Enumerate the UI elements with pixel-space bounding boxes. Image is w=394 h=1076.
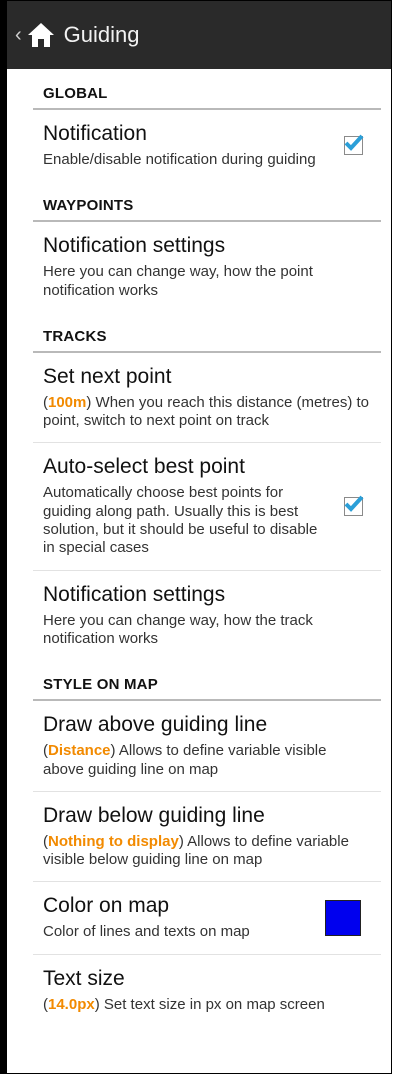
pref-summary: (100m) When you reach this distance (met… <box>43 394 371 431</box>
pref-auto-select-best-point[interactable]: Auto-select best point Automatically cho… <box>33 443 381 571</box>
checkmark-icon <box>344 495 364 512</box>
pref-summary: (Nothing to display) Allows to define va… <box>43 833 371 870</box>
pref-title: Notification settings <box>43 582 226 606</box>
pref-summary-text: When you reach this distance (metres) to… <box>43 393 369 430</box>
pref-title: Draw above guiding line <box>43 713 268 737</box>
pref-value: Nothing to display <box>48 832 179 850</box>
pref-summary-text: Set text size in px on map screen <box>99 995 325 1013</box>
pref-title: Text size <box>43 966 125 990</box>
notification-checkbox[interactable] <box>344 134 364 156</box>
pref-title: Auto-select best point <box>43 455 245 479</box>
pref-color-on-map[interactable]: Color on map Color of lines and texts on… <box>33 882 381 955</box>
home-icon[interactable] <box>26 20 56 50</box>
pref-summary: Enable/disable notification during guidi… <box>43 151 316 168</box>
color-swatch[interactable] <box>325 900 361 937</box>
pref-summary: (14.0px) Set text size in px on map scre… <box>43 996 371 1014</box>
auto-select-checkbox[interactable] <box>344 495 364 517</box>
pref-title: Notification <box>43 122 147 145</box>
section-header-global: GLOBAL <box>33 69 381 110</box>
pref-draw-below-guiding-line[interactable]: Draw below guiding line (Nothing to disp… <box>33 792 381 883</box>
pref-summary: (Distance) Allows to define variable vis… <box>43 742 371 779</box>
pref-title: Color on map <box>43 894 170 918</box>
preferences-list: GLOBAL Notification Enable/disable notif… <box>7 69 391 1026</box>
section-header-tracks: TRACKS <box>33 312 381 353</box>
pref-notification[interactable]: Notification Enable/disable notification… <box>33 110 381 181</box>
screen: ‹ Guiding GLOBAL Notification Enable/dis… <box>0 0 392 1074</box>
pref-value: 100m <box>48 393 87 411</box>
pref-summary: Automatically choose best points for gui… <box>43 484 318 557</box>
section-header-waypoints: WAYPOINTS <box>33 181 381 223</box>
pref-value: Distance <box>48 742 111 760</box>
pref-waypoint-notification-settings[interactable]: Notification settings Here you can chang… <box>33 222 381 312</box>
pref-track-notification-settings[interactable]: Notification settings Here you can chang… <box>33 571 381 661</box>
chevron-left-icon[interactable]: ‹ <box>15 25 22 45</box>
section-header-style-on-map: STYLE ON MAP <box>33 660 381 702</box>
pref-value: 14.0px <box>48 995 95 1013</box>
pref-summary: Here you can change way, how the track n… <box>43 611 313 647</box>
pref-summary: Here you can change way, how the point n… <box>43 263 313 299</box>
pref-text-size[interactable]: Text size (14.0px) Set text size in px o… <box>33 955 381 1026</box>
pref-summary: Color of lines and texts on map <box>43 923 250 941</box>
page-title: Guiding <box>63 22 140 47</box>
pref-title: Notification settings <box>43 234 226 258</box>
settings-screen: ‹ Guiding GLOBAL Notification Enable/dis… <box>7 1 391 1073</box>
pref-set-next-point[interactable]: Set next point (100m) When you reach thi… <box>33 353 381 444</box>
pref-draw-above-guiding-line[interactable]: Draw above guiding line (Distance) Allow… <box>33 701 381 792</box>
checkmark-icon <box>344 134 364 152</box>
action-bar: ‹ Guiding <box>7 1 391 69</box>
pref-title: Set next point <box>43 364 172 388</box>
pref-title: Draw below guiding line <box>43 803 265 827</box>
